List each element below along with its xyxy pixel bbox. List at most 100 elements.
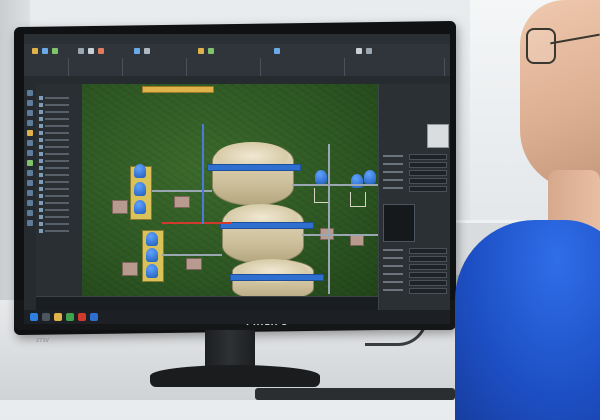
move-tool-icon[interactable] [78, 48, 84, 54]
command-line[interactable] [36, 296, 378, 311]
layer-row[interactable] [39, 159, 79, 163]
blue-tank-icon [315, 170, 327, 184]
blue-pipe [202, 124, 204, 224]
pipe [162, 254, 222, 256]
measure-tool-icon[interactable] [27, 140, 33, 146]
red-pipe [162, 222, 232, 224]
blue-tank-icon [146, 248, 158, 262]
blue-tank-icon [146, 264, 158, 278]
folder-icon[interactable] [54, 313, 62, 321]
bridge-beam [207, 164, 301, 171]
property-row[interactable] [383, 248, 447, 254]
layer-row[interactable] [39, 215, 79, 219]
property-row[interactable] [383, 154, 447, 160]
cad-app-icon[interactable] [90, 313, 98, 321]
layer-state-icon[interactable] [208, 48, 214, 54]
ribbon-toolbar [24, 44, 450, 82]
snap-tool-icon[interactable] [27, 130, 33, 136]
model-label: 273V [36, 338, 49, 344]
layer-row[interactable] [39, 180, 79, 184]
property-row[interactable] [383, 170, 447, 176]
hide-tool-icon[interactable] [27, 200, 33, 206]
zoom-tool-icon[interactable] [27, 120, 33, 126]
layer-row[interactable] [39, 201, 79, 205]
property-row[interactable] [383, 280, 447, 286]
properties-panel [378, 84, 450, 310]
layer-row[interactable] [39, 124, 79, 128]
camera-tool-icon[interactable] [27, 180, 33, 186]
section-tool-icon[interactable] [27, 150, 33, 156]
bridge-beam [230, 274, 324, 281]
property-row[interactable] [383, 178, 447, 184]
property-row[interactable] [383, 272, 447, 278]
monitor-screen [24, 34, 450, 324]
search-icon[interactable] [42, 313, 50, 321]
zoom-icon[interactable] [366, 48, 372, 54]
properties-icon[interactable] [274, 48, 280, 54]
layer-row[interactable] [39, 110, 79, 114]
view-cube-icon[interactable] [356, 48, 362, 54]
layer-row[interactable] [39, 208, 79, 212]
layer-row[interactable] [39, 138, 79, 142]
equipment-pad [112, 200, 128, 214]
blue-tank-icon [134, 182, 146, 196]
pan-tool-icon[interactable] [27, 100, 33, 106]
layer-row[interactable] [39, 152, 79, 156]
3d-viewport[interactable] [82, 84, 378, 296]
menu-bar [24, 76, 450, 84]
browser-icon[interactable] [66, 313, 74, 321]
copy-tool-icon[interactable] [88, 48, 94, 54]
light-tool-icon[interactable] [27, 170, 33, 176]
draw-tool-icon[interactable] [32, 48, 38, 54]
pipe [302, 234, 378, 236]
grid-tool-icon[interactable] [27, 220, 33, 226]
property-row[interactable] [383, 256, 447, 262]
dimension-tool-icon[interactable] [144, 48, 150, 54]
line-tool-icon[interactable] [42, 48, 48, 54]
person-shirt [455, 220, 600, 420]
render-tool-icon[interactable] [27, 160, 33, 166]
layer-row[interactable] [39, 117, 79, 121]
layer-row[interactable] [39, 222, 79, 226]
property-row[interactable] [383, 288, 447, 294]
blue-tank-icon [134, 164, 146, 178]
material-tool-icon[interactable] [27, 190, 33, 196]
start-icon[interactable] [30, 313, 38, 321]
rotate-tool-icon[interactable] [98, 48, 104, 54]
monitor-stand-neck [205, 330, 255, 370]
glasses [526, 28, 556, 64]
polyline-tool-icon[interactable] [52, 48, 58, 54]
blue-tank-icon [146, 232, 158, 246]
select-tool-icon[interactable] [27, 90, 33, 96]
layer-row[interactable] [39, 103, 79, 107]
isolate-tool-icon[interactable] [27, 210, 33, 216]
layer-manager-icon[interactable] [198, 48, 204, 54]
navigation-cube[interactable] [427, 124, 449, 148]
property-row[interactable] [383, 162, 447, 168]
layer-row[interactable] [39, 131, 79, 135]
layer-row[interactable] [39, 145, 79, 149]
pipe [292, 184, 378, 186]
layer-row[interactable] [39, 166, 79, 170]
pipe [328, 144, 330, 294]
bridge-beam [220, 222, 314, 229]
layer-panel [36, 84, 83, 310]
orbit-tool-icon[interactable] [27, 110, 33, 116]
preview-box [383, 204, 415, 242]
layer-row[interactable] [39, 173, 79, 177]
equipment-pad [174, 196, 190, 208]
layer-row[interactable] [39, 187, 79, 191]
text-tool-icon[interactable] [134, 48, 140, 54]
property-row[interactable] [383, 186, 447, 192]
monitor-stand-base [150, 365, 320, 387]
equipment-pad [186, 258, 202, 270]
layer-row[interactable] [39, 96, 79, 100]
tower-frame [350, 192, 366, 207]
top-rail [142, 86, 214, 93]
keyboard [255, 388, 455, 400]
layer-row[interactable] [39, 229, 79, 233]
taskbar [24, 310, 450, 324]
layer-row[interactable] [39, 194, 79, 198]
app-icon[interactable] [78, 313, 86, 321]
property-row[interactable] [383, 264, 447, 270]
